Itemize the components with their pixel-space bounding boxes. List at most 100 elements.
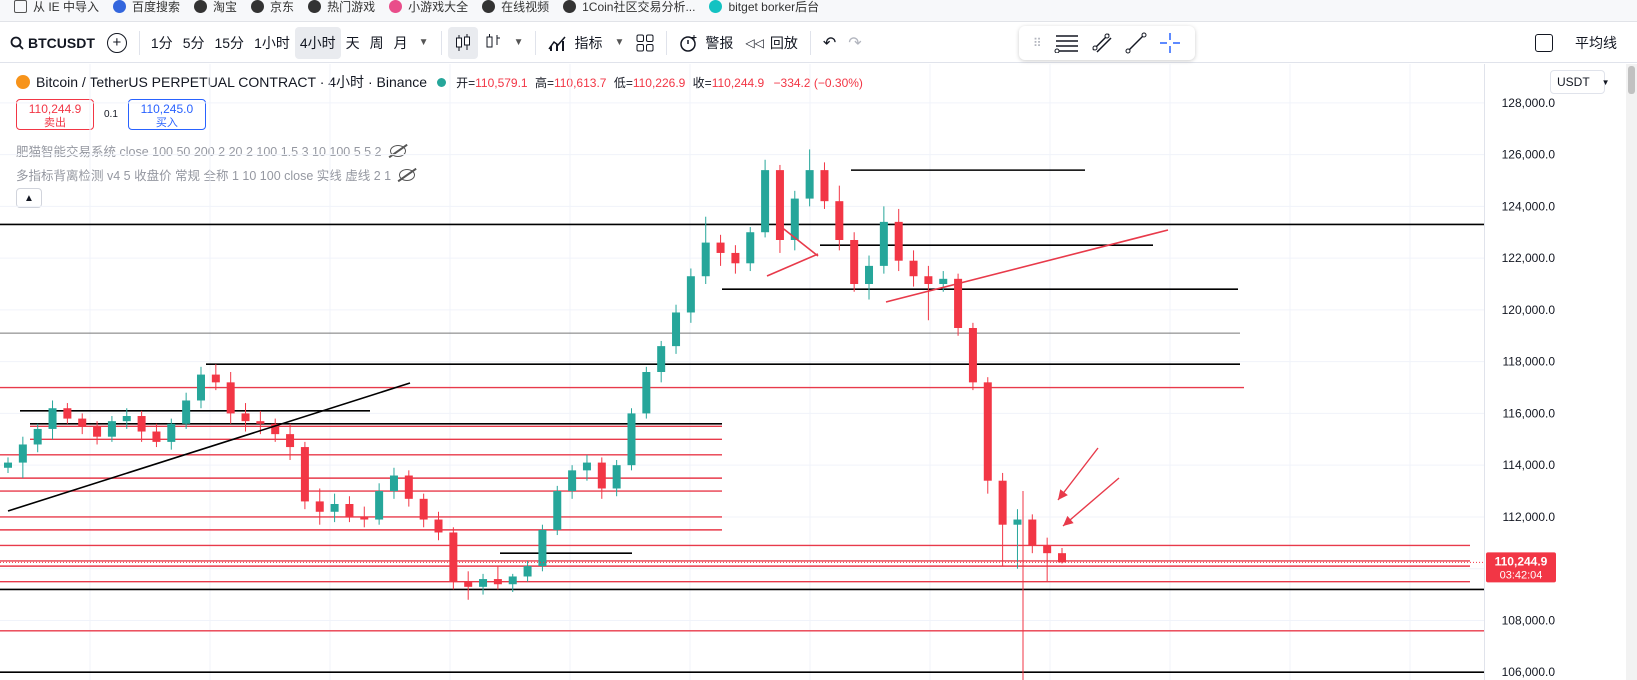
candle-body: [48, 408, 57, 429]
candle-body: [389, 475, 398, 492]
interval-button[interactable]: 月: [389, 27, 413, 59]
interval-button[interactable]: 15分: [209, 27, 249, 59]
bookmark-item[interactable]: 京东: [251, 0, 294, 15]
indicators-chevron-icon[interactable]: ▼: [608, 27, 630, 59]
fib-lines-icon[interactable]: [1054, 33, 1080, 53]
bookmark-item[interactable]: 百度搜索: [113, 0, 180, 15]
plus-icon: +: [106, 32, 127, 53]
candle-body: [256, 421, 265, 424]
candle-body: [226, 382, 235, 414]
candle-body: [790, 198, 799, 240]
bookmarks-bar: 从 IE 中导入 百度搜索 淘宝 京东 热门游戏 小游戏大全 在线视频 1Coin社区交易分析…: [0, 0, 1637, 22]
drag-handle-icon[interactable]: ⠿: [1033, 36, 1042, 50]
candle-body: [196, 374, 205, 401]
candle-body: [775, 170, 784, 240]
candle-body: [508, 576, 517, 585]
bookmark-label: 在线视频: [501, 0, 550, 14]
bookmark-item[interactable]: 从 IE 中导入: [14, 0, 99, 15]
bookmark-item[interactable]: 1Coin社区交易分析...: [563, 0, 695, 15]
layout-grid-icon[interactable]: [630, 27, 660, 59]
parallel-channel-icon[interactable]: [1091, 32, 1113, 54]
candle-body: [122, 416, 131, 422]
chart-type-chevron-icon[interactable]: ▼: [508, 27, 530, 59]
candle-body: [731, 252, 740, 264]
bookmark-label: 京东: [270, 0, 295, 14]
bookmark-item[interactable]: 小游戏大全: [389, 0, 468, 15]
bar-type-button[interactable]: [478, 27, 508, 59]
candle-body: [1013, 519, 1022, 525]
candle-type-button[interactable]: [447, 26, 478, 59]
redo-icon[interactable]: ↷: [842, 27, 867, 59]
interval-button[interactable]: 5分: [178, 27, 210, 59]
candle-body: [315, 501, 324, 512]
currency-selector[interactable]: USDT ▼: [1550, 70, 1610, 94]
price-tick-label: 120,000.0: [1502, 303, 1556, 317]
candle-body: [686, 276, 695, 313]
last-price-label: 110,244.9: [1495, 554, 1548, 568]
candle-body: [419, 498, 428, 520]
bitget-icon: [709, 0, 723, 13]
trend-line-icon[interactable]: [1125, 32, 1147, 54]
interval-button[interactable]: 周: [365, 27, 389, 59]
price-tick-label: 108,000.0: [1502, 613, 1556, 627]
interval-button[interactable]: 1小时: [249, 27, 295, 59]
globe-icon: [194, 0, 208, 13]
bookmark-item[interactable]: 淘宝: [194, 0, 237, 15]
add-symbol-button[interactable]: +: [101, 27, 133, 59]
symbol-button[interactable]: BTCUSDT: [24, 27, 101, 59]
alert-label: 警报: [705, 34, 734, 51]
candle-body: [1028, 519, 1037, 546]
scrollbar[interactable]: [1626, 64, 1637, 680]
interval-button[interactable]: 4小时: [294, 26, 341, 59]
candle-body: [241, 413, 250, 422]
candle-body: [761, 170, 770, 233]
price-chart[interactable]: 106,000.0108,000.0110,000.0112,000.0114,…: [0, 64, 1626, 680]
candle-body: [672, 312, 681, 347]
candle-body: [746, 232, 755, 264]
candle-body: [434, 519, 443, 533]
bookmark-label: bitget borker后台: [728, 0, 820, 14]
alert-button[interactable]: 警报: [673, 27, 739, 59]
bookmark-item[interactable]: 热门游戏: [308, 0, 375, 15]
indicators-label: 指标: [574, 34, 603, 51]
bookmark-label: 百度搜索: [132, 0, 181, 14]
drawing-toolbar: ⠿: [1019, 26, 1195, 60]
price-tick-label: 126,000.0: [1502, 148, 1556, 162]
scrollbar-thumb[interactable]: [1628, 66, 1635, 94]
replay-button[interactable]: ◁◁ 回放: [739, 27, 803, 59]
fullscreen-checkbox[interactable]: [1535, 34, 1553, 52]
indicators-button[interactable]: 指标: [542, 27, 608, 59]
currency-label: USDT: [1557, 75, 1590, 89]
candle-body: [924, 276, 933, 284]
bookmark-item[interactable]: 在线视频: [482, 0, 549, 15]
candle-body: [330, 504, 339, 512]
game-icon: [389, 0, 403, 13]
bookmark-item[interactable]: bitget borker后台: [709, 0, 819, 15]
moving-average-button[interactable]: 平均线: [1575, 33, 1617, 53]
folder-icon: [14, 0, 27, 13]
crosshair-icon[interactable]: [1159, 32, 1181, 54]
bookmark-label: 从 IE 中导入: [33, 0, 100, 14]
candle-body: [375, 491, 384, 520]
candle-body: [78, 418, 87, 427]
search-symbol-icon[interactable]: [0, 27, 24, 59]
countdown-label: 03:42:04: [1500, 569, 1543, 581]
undo-icon[interactable]: ↶: [817, 27, 842, 59]
interval-button[interactable]: 天: [341, 27, 365, 59]
candle-body: [553, 491, 562, 530]
candle-body: [107, 421, 116, 437]
candle-body: [182, 400, 191, 424]
interval-button[interactable]: 1分: [146, 27, 178, 59]
alarm-clock-icon: [680, 34, 697, 52]
price-tick-label: 112,000.0: [1503, 510, 1556, 524]
candle-body: [300, 447, 309, 502]
candle-body: [464, 581, 473, 587]
candle-body: [211, 374, 220, 383]
divider: [809, 30, 811, 55]
candle-body: [479, 579, 488, 587]
candle-body: [286, 434, 295, 448]
candle-body: [657, 346, 666, 372]
candle-body: [612, 465, 621, 489]
interval-dropdown-chevron-icon[interactable]: ▼: [413, 27, 435, 59]
globe-icon: [308, 0, 322, 13]
